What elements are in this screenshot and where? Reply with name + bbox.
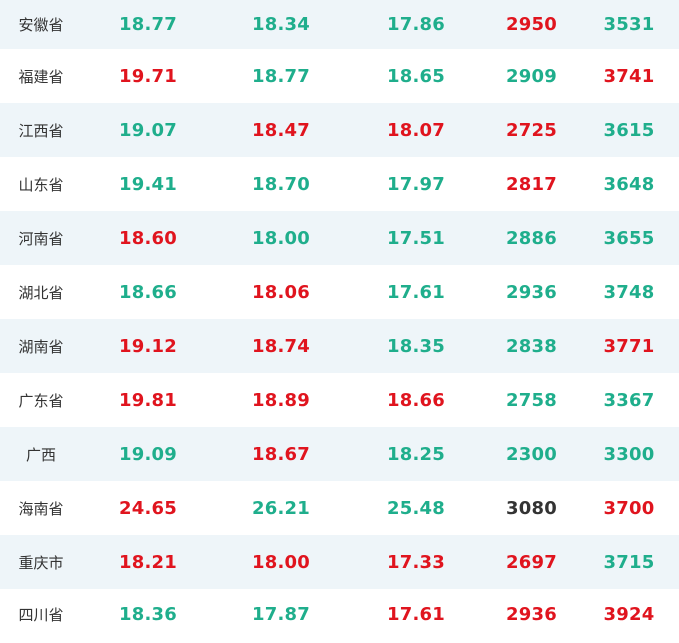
- region-cell: 湖北省: [18, 283, 64, 302]
- table-row: 广西 19.09 18.67 18.25 2300 3300: [0, 427, 679, 481]
- price-cell-5: 3748: [603, 281, 655, 303]
- price-cell-5: 3741: [603, 65, 655, 87]
- table-row: 海南省 24.65 26.21 25.48 3080 3700: [0, 481, 679, 535]
- price-cell-1: 18.60: [119, 227, 177, 249]
- price-cell-1: 19.12: [119, 335, 177, 357]
- price-cell-5: 3715: [603, 551, 655, 573]
- price-cell-3: 25.48: [387, 497, 445, 519]
- table-body: 安徽省 18.77 18.34 17.86 2950 3531 福建省 19.71 18.77 1…: [0, 0, 679, 639]
- price-cell-1: 19.41: [119, 173, 177, 195]
- region-cell: 四川省: [18, 605, 64, 624]
- price-cell-2: 18.74: [252, 335, 310, 357]
- price-cell-2: 18.00: [252, 227, 310, 249]
- price-cell-3: 17.61: [387, 281, 445, 303]
- price-cell-5: 3771: [603, 335, 655, 357]
- price-cell-2: 18.67: [252, 443, 310, 465]
- price-cell-1: 19.71: [119, 65, 177, 87]
- price-cell-3: 18.07: [387, 119, 445, 141]
- price-cell-5: 3655: [603, 227, 655, 249]
- price-cell-3: 17.61: [387, 603, 445, 625]
- region-cell: 海南省: [18, 499, 64, 518]
- price-cell-1: 24.65: [119, 497, 177, 519]
- price-cell-2: 18.70: [252, 173, 310, 195]
- price-cell-5: 3700: [603, 497, 655, 519]
- price-cell-1: 18.21: [119, 551, 177, 573]
- price-cell-3: 17.86: [387, 14, 445, 35]
- table-row: 安徽省 18.77 18.34 17.86 2950 3531: [0, 0, 679, 49]
- price-cell-4: 2758: [506, 389, 557, 411]
- region-cell: 山东省: [18, 175, 64, 194]
- price-cell-4: 2817: [506, 173, 557, 195]
- price-cell-3: 17.33: [387, 551, 445, 573]
- price-cell-2: 18.34: [252, 14, 310, 35]
- table-row: 湖南省 19.12 18.74 18.35 2838 3771: [0, 319, 679, 373]
- price-cell-3: 18.25: [387, 443, 445, 465]
- price-cell-5: 3531: [603, 14, 655, 35]
- price-cell-5: 3924: [603, 603, 655, 625]
- price-cell-2: 18.89: [252, 389, 310, 411]
- price-cell-1: 19.81: [119, 389, 177, 411]
- table-row: 重庆市 18.21 18.00 17.33 2697 3715: [0, 535, 679, 589]
- price-cell-2: 18.77: [252, 65, 310, 87]
- region-cell: 湖南省: [18, 337, 64, 356]
- price-cell-5: 3367: [603, 389, 655, 411]
- price-cell-2: 26.21: [252, 497, 310, 519]
- price-cell-2: 17.87: [252, 603, 310, 625]
- price-cell-4: 2838: [506, 335, 557, 357]
- table-row: 山东省 19.41 18.70 17.97 2817 3648: [0, 157, 679, 211]
- table-row: 广东省 19.81 18.89 18.66 2758 3367: [0, 373, 679, 427]
- table-row: 江西省 19.07 18.47 18.07 2725 3615: [0, 103, 679, 157]
- price-cell-2: 18.00: [252, 551, 310, 573]
- price-cell-1: 18.66: [119, 281, 177, 303]
- price-cell-4: 2950: [506, 14, 557, 35]
- region-cell: 安徽省: [18, 16, 64, 34]
- price-cell-4: 2725: [506, 119, 557, 141]
- price-cell-5: 3300: [603, 443, 655, 465]
- region-cell: 重庆市: [18, 553, 64, 572]
- price-cell-4: 2936: [506, 281, 557, 303]
- table-row: 四川省 18.36 17.87 17.61 2936 3924: [0, 589, 679, 639]
- price-cell-3: 18.66: [387, 389, 445, 411]
- price-cell-3: 18.35: [387, 335, 445, 357]
- price-cell-4: 2886: [506, 227, 557, 249]
- table-row: 福建省 19.71 18.77 18.65 2909 3741: [0, 49, 679, 103]
- price-cell-5: 3648: [603, 173, 655, 195]
- table-row: 湖北省 18.66 18.06 17.61 2936 3748: [0, 265, 679, 319]
- price-cell-3: 18.65: [387, 65, 445, 87]
- price-cell-2: 18.06: [252, 281, 310, 303]
- price-cell-1: 19.07: [119, 119, 177, 141]
- price-cell-3: 17.51: [387, 227, 445, 249]
- price-cell-1: 19.09: [119, 443, 177, 465]
- region-cell: 广东省: [18, 391, 64, 410]
- region-cell: 江西省: [18, 121, 64, 140]
- table-row: 河南省 18.60 18.00 17.51 2886 3655: [0, 211, 679, 265]
- price-cell-1: 18.77: [119, 14, 177, 35]
- price-table: 安徽省 18.77 18.34 17.86 2950 3531 福建省 19.71 18.77 1…: [0, 0, 679, 639]
- price-cell-1: 18.36: [119, 603, 177, 625]
- price-cell-4: 2697: [506, 551, 557, 573]
- price-cell-4: 2909: [506, 65, 557, 87]
- price-cell-4: 3080: [506, 497, 557, 519]
- price-cell-4: 2936: [506, 603, 557, 625]
- price-cell-3: 17.97: [387, 173, 445, 195]
- region-cell: 河南省: [18, 229, 64, 248]
- price-cell-2: 18.47: [252, 119, 310, 141]
- price-cell-4: 2300: [506, 443, 557, 465]
- region-cell: 福建省: [18, 67, 64, 86]
- region-cell: 广西: [25, 445, 56, 464]
- price-cell-5: 3615: [603, 119, 655, 141]
